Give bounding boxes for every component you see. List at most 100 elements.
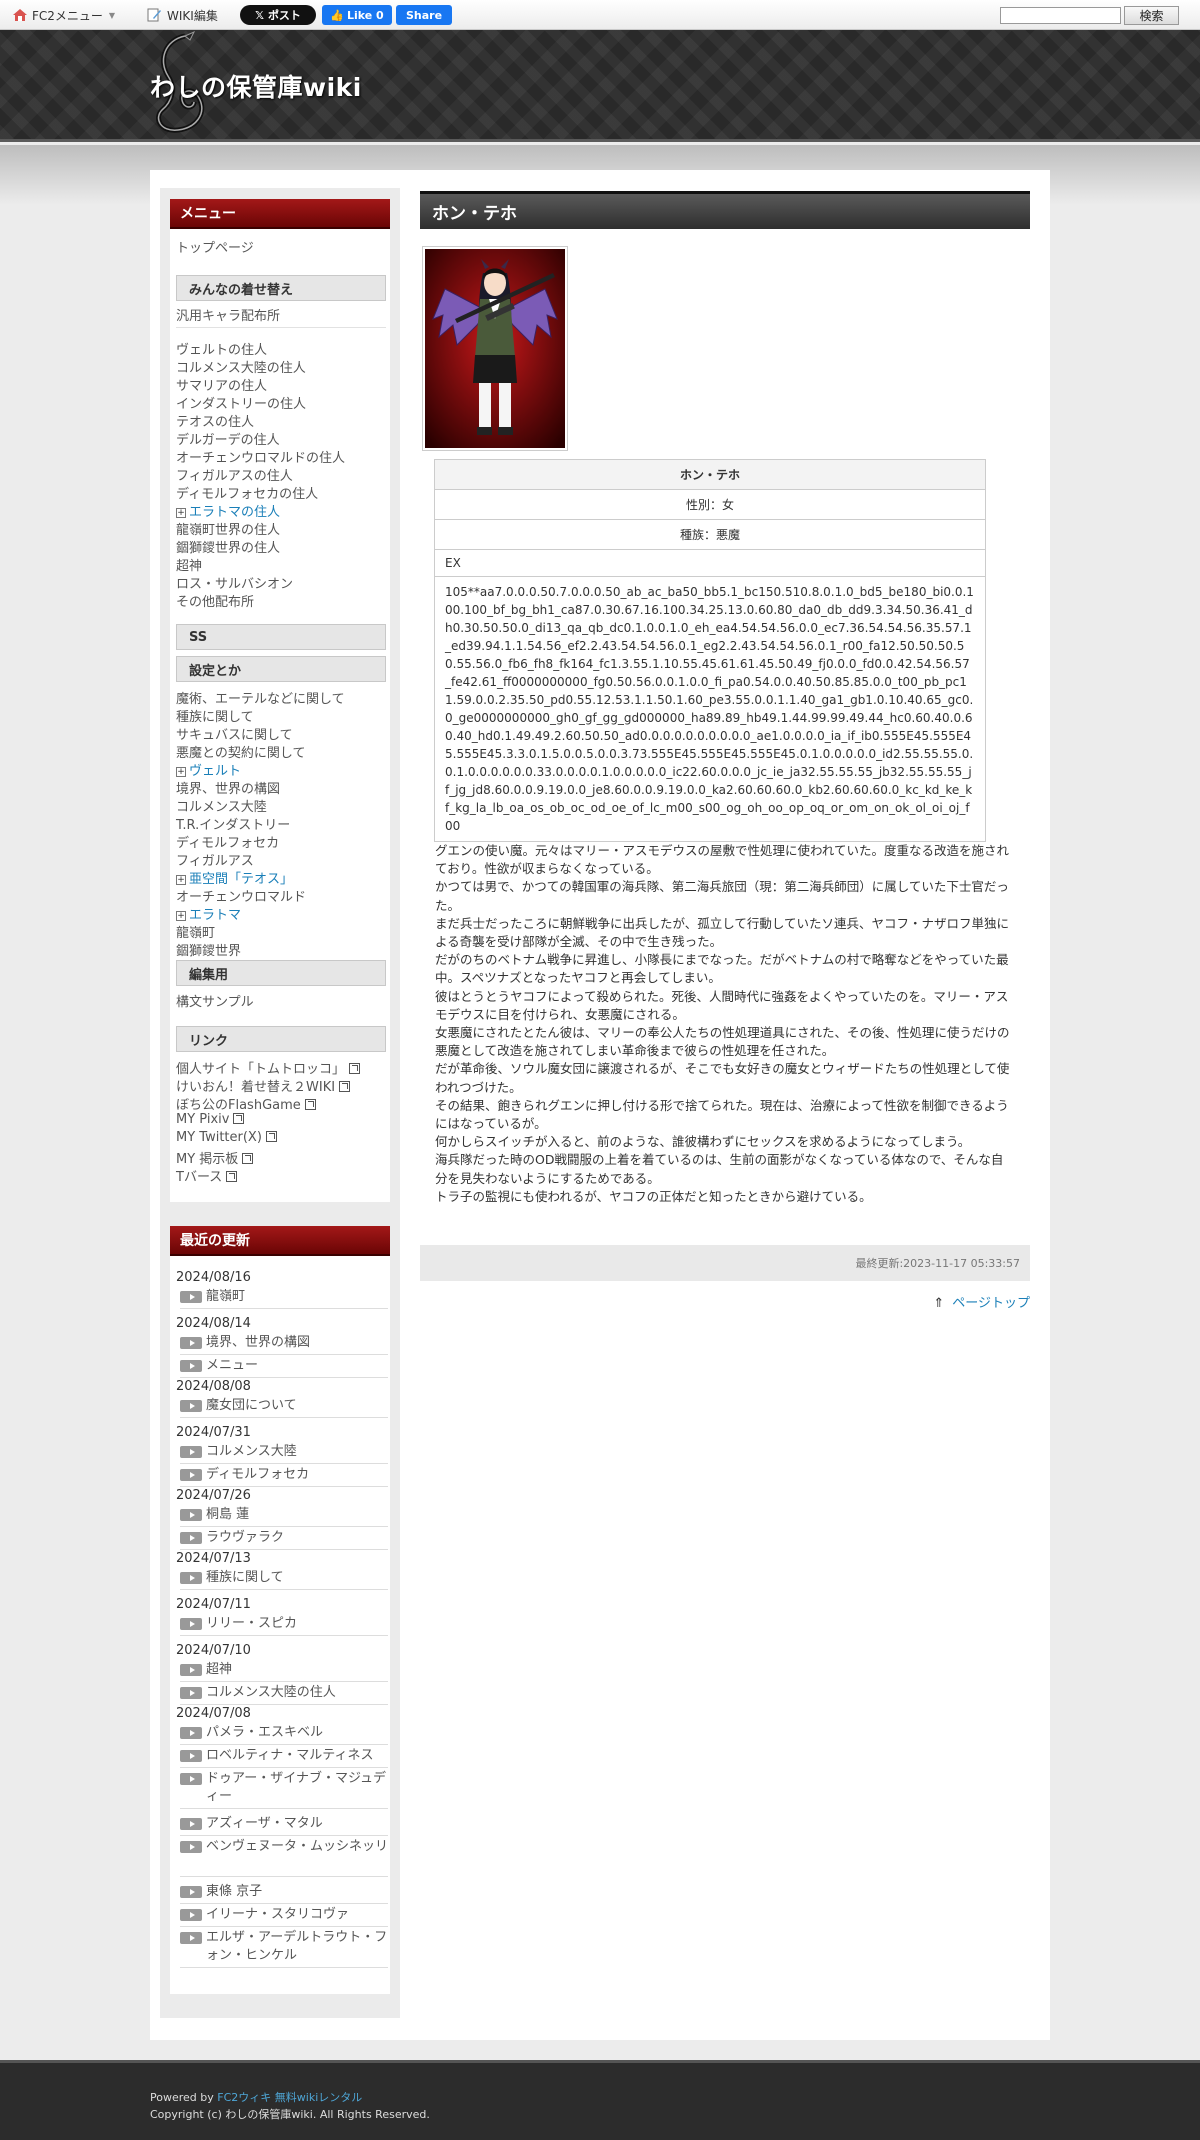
link-label: Tバース xyxy=(176,1170,223,1185)
menu-resident[interactable]: コルメンス大陸の住人 xyxy=(176,357,306,376)
recent-item[interactable]: 境界、世界の構図 xyxy=(180,1334,388,1352)
menu-setting[interactable]: 龍嶺町 xyxy=(176,922,215,941)
menu-resident[interactable]: フィガルアスの住人 xyxy=(176,465,293,484)
expand-plus-icon[interactable]: + xyxy=(176,767,186,777)
page-arrow-icon xyxy=(180,1572,202,1584)
character-info-table: ホン・テホ 性別：女 種族：悪魔 EX 105**aa7.0.0.0.50.7.… xyxy=(434,459,986,842)
link-pixiv[interactable]: MY Pixiv xyxy=(176,1112,245,1127)
menu-setting[interactable]: フィガルアス xyxy=(176,850,254,869)
recent-item[interactable]: パメラ・エスキベル xyxy=(180,1724,388,1742)
menu-generic-chars[interactable]: 汎用キャラ配布所 xyxy=(176,305,280,324)
link-t-verse[interactable]: Tバース xyxy=(176,1166,238,1185)
link-label: けいおん！着せ替え２WIKI xyxy=(176,1080,336,1095)
character-image[interactable] xyxy=(422,246,568,451)
link-personal-site[interactable]: 個人サイト「トムトロッコ」 xyxy=(176,1058,361,1077)
search-button[interactable]: 検索 xyxy=(1124,6,1179,25)
recent-item[interactable]: ディモルフォセカ xyxy=(180,1466,388,1484)
menu-resident[interactable]: ヴェルトの住人 xyxy=(176,339,267,358)
menu-resident[interactable]: 錮獅鑁世界の住人 xyxy=(176,537,280,556)
recent-item[interactable]: ロベルティナ・マルティネス xyxy=(180,1747,388,1765)
link-bbs[interactable]: MY 掲示板 xyxy=(176,1148,254,1167)
divider xyxy=(180,1377,388,1378)
recent-item[interactable]: エルザ・アーデルトラウト・フォン・ヒンケル xyxy=(180,1929,388,1965)
recent-item[interactable]: ドゥアー・ザイナブ・マジュディー xyxy=(180,1770,388,1806)
menu-setting[interactable]: サキュバスに関して xyxy=(176,724,293,743)
recent-item[interactable]: メニュー xyxy=(180,1357,388,1375)
menu-section-settings: 設定とか xyxy=(176,656,386,682)
recent-item[interactable]: コルメンス大陸の住人 xyxy=(180,1684,388,1702)
link-keion-wiki[interactable]: けいおん！着せ替え２WIKI xyxy=(176,1076,351,1095)
thumbs-up-icon: 👍 xyxy=(330,8,344,22)
link-twitter[interactable]: MY Twitter(X) xyxy=(176,1130,277,1145)
recent-item-label: コルメンス大陸の住人 xyxy=(206,1685,336,1700)
facebook-share-button[interactable]: Share xyxy=(396,5,452,25)
menu-resident[interactable]: インダストリーの住人 xyxy=(176,393,306,412)
fc2-menu-label: FC2メニュー xyxy=(32,8,103,23)
menu-setting[interactable]: 境界、世界の構図 xyxy=(176,778,280,797)
recent-item[interactable]: アズィーザ・マタル xyxy=(180,1815,388,1833)
expand-plus-icon[interactable]: + xyxy=(176,508,186,518)
menu-resident[interactable]: オーチェンウロマルドの住人 xyxy=(176,447,345,466)
page-top-link[interactable]: ⇑ ページトップ xyxy=(930,1292,1030,1311)
page-arrow-icon xyxy=(180,1886,202,1898)
race-cell: 種族：悪魔 xyxy=(434,519,986,550)
menu-resident[interactable]: デルガーデの住人 xyxy=(176,429,280,448)
recent-item[interactable]: 魔女団について xyxy=(180,1397,388,1415)
wiki-edit-link[interactable]: WIKI編集 xyxy=(146,5,218,25)
recent-item-label: コルメンス大陸 xyxy=(206,1444,297,1459)
menu-eratoma-label: エラトマ xyxy=(189,908,242,923)
divider xyxy=(180,1354,388,1355)
menu-theos[interactable]: + 亜空間「テオス」 xyxy=(176,868,293,887)
menu-other-distribution[interactable]: その他配布所 xyxy=(176,591,254,610)
menu-setting[interactable]: 錮獅鑁世界 xyxy=(176,940,241,959)
fc2-wiki-link[interactable]: FC2ウィキ 無料wikiレンタル xyxy=(217,2091,362,2104)
menu-setting[interactable]: ディモルフォセカ xyxy=(176,832,279,851)
recent-updates-title: 最近の更新 xyxy=(170,1226,390,1256)
menu-setting[interactable]: コルメンス大陸 xyxy=(176,796,267,815)
menu-section-links: リンク xyxy=(176,1026,386,1052)
recent-item[interactable]: 超神 xyxy=(180,1661,388,1679)
search-input[interactable] xyxy=(1000,7,1121,24)
recent-date: 2024/07/13 xyxy=(176,1551,251,1566)
x-post-button[interactable]: 𝕏 ポスト xyxy=(240,5,316,25)
menu-setting[interactable]: T.R.インダストリー xyxy=(176,814,290,833)
menu-resident[interactable]: テオスの住人 xyxy=(176,411,254,430)
recent-item[interactable]: 種族に関して xyxy=(180,1569,388,1587)
expand-plus-icon[interactable]: + xyxy=(176,911,186,921)
menu-resident[interactable]: サマリアの住人 xyxy=(176,375,267,394)
description-paragraph: その結果、飽きられグエンに押し付ける形で捨てられた。現在は、治療によって性欲を制… xyxy=(435,1097,1009,1132)
menu-edit-sample[interactable]: 構文サンプル xyxy=(176,991,254,1010)
page-arrow-icon xyxy=(180,1664,202,1676)
menu-resident[interactable]: 龍嶺町世界の住人 xyxy=(176,519,280,538)
recent-item[interactable]: 東條 京子 xyxy=(180,1883,388,1901)
divider xyxy=(176,327,386,328)
menu-velt[interactable]: + ヴェルト xyxy=(176,760,241,779)
menu-chojin[interactable]: 超神 xyxy=(176,555,202,574)
recent-item[interactable]: 龍嶺町 xyxy=(180,1288,388,1306)
description-paragraph: だが革命後、ソウル魔女団に譲渡されるが、そこでも女好きの魔女とウィザードたちの性… xyxy=(435,1061,1010,1095)
recent-item[interactable]: 桐島 蓮 xyxy=(180,1506,388,1524)
menu-eratoma-residents[interactable]: + エラトマの住人 xyxy=(176,501,280,520)
menu-resident[interactable]: ディモルフォセカの住人 xyxy=(176,483,318,502)
menu-setting[interactable]: 種族に関して xyxy=(176,706,254,725)
link-flash-game[interactable]: ぼち公のFlashGame xyxy=(176,1094,316,1113)
recent-item[interactable]: リリー・スピカ xyxy=(180,1615,388,1633)
recent-item[interactable]: ラウヴァラク xyxy=(180,1529,388,1547)
facebook-like-button[interactable]: 👍 Like 0 xyxy=(322,5,392,25)
expand-plus-icon[interactable]: + xyxy=(176,875,186,885)
menu-eratoma[interactable]: + エラトマ xyxy=(176,904,241,923)
menu-los-salvacion[interactable]: ロス・サルバシオン xyxy=(176,573,293,592)
recent-date: 2024/07/31 xyxy=(176,1425,251,1440)
page-arrow-icon xyxy=(180,1400,202,1412)
recent-item[interactable]: コルメンス大陸 xyxy=(180,1443,388,1461)
site-title[interactable]: わしの保管庫wiki xyxy=(150,68,362,104)
menu-setting[interactable]: 魔術、エーテルなどに関して xyxy=(176,688,345,707)
recent-item[interactable]: ベンヴェヌータ・ムッシネッリ xyxy=(180,1838,388,1856)
menu-setting[interactable]: 悪魔との契約に関して xyxy=(176,742,305,761)
menu-orchen[interactable]: オーチェンウロマルド xyxy=(176,886,306,905)
recent-item-label: ディモルフォセカ xyxy=(206,1467,310,1482)
recent-item[interactable]: イリーナ・スタリコヴァ xyxy=(180,1906,388,1924)
last-updated: 最終更新:2023-11-17 05:33:57 xyxy=(420,1245,1030,1281)
fc2-menu[interactable]: FC2メニュー ▼ xyxy=(12,5,115,25)
menu-top-page[interactable]: トップページ xyxy=(176,237,254,256)
